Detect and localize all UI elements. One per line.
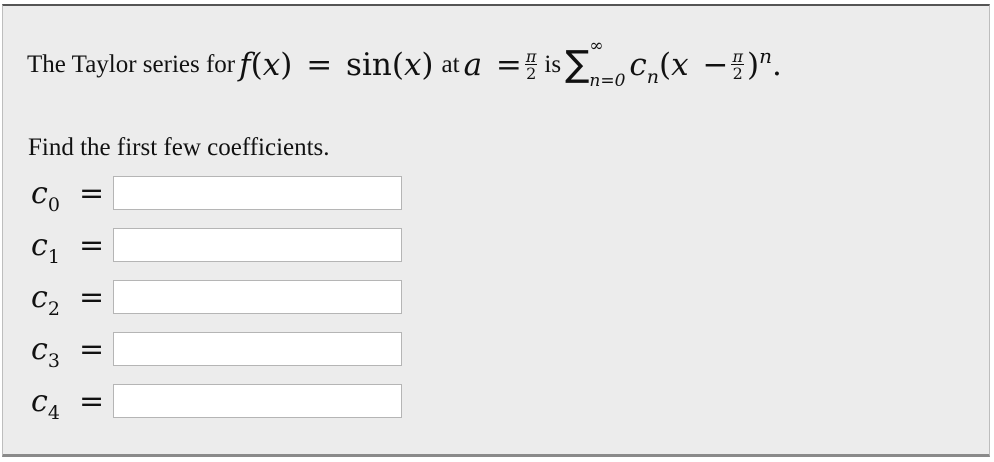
instruction-text: Find the first few coefficients. — [28, 134, 330, 161]
function-name: f — [239, 47, 251, 83]
coefficient-index: 0 — [47, 193, 60, 216]
close-paren: ) — [280, 47, 293, 83]
equals-sign: = — [306, 47, 333, 83]
coefficient-row-c1: c1 = — [31, 226, 402, 268]
answer-input-c4[interactable] — [113, 384, 402, 418]
sin-function: sin — [346, 47, 392, 83]
equals-sign: = — [79, 227, 105, 263]
is-text: is — [544, 51, 562, 78]
question-statement: The Taylor series for f(x) = sin(x) at a… — [27, 38, 782, 90]
series-term-end: )n. — [746, 44, 782, 83]
coefficient-index: 2 — [47, 297, 60, 320]
minus-sign: − — [702, 47, 729, 83]
coefficient-label: c2 — [31, 279, 60, 320]
exponent-n: n — [759, 44, 772, 68]
sigma-icon: ∑ — [565, 44, 590, 85]
close-paren: ) — [746, 47, 760, 83]
coefficient-index: 4 — [47, 401, 60, 424]
center-a: a — [463, 47, 483, 83]
coefficient-subscript-n: n — [646, 66, 660, 88]
variable-x: x — [403, 47, 422, 83]
equals-sign: = — [495, 47, 522, 83]
center-expression: a = — [464, 47, 522, 83]
open-paren: ( — [250, 47, 263, 83]
at-text: at — [441, 51, 460, 78]
coefficient-row-c0: c0 = — [31, 174, 402, 216]
equals-sign: = — [79, 175, 105, 211]
open-paren: ( — [659, 47, 672, 83]
coefficient-row-c2: c2 = — [31, 278, 402, 320]
pi-over-two-fraction: π 2 — [524, 47, 538, 83]
fraction-denominator: 2 — [732, 64, 743, 83]
coefficient-row-c4: c4 = — [31, 382, 402, 424]
answer-input-c3[interactable] — [113, 332, 402, 366]
lead-text: The Taylor series for — [27, 51, 236, 78]
equals-sign: = — [79, 279, 105, 315]
answer-input-c1[interactable] — [113, 228, 402, 262]
equals-sign: = — [79, 331, 105, 367]
answer-input-c2[interactable] — [113, 280, 402, 314]
coefficient-label: c1 — [31, 227, 60, 268]
variable-x: x — [671, 47, 689, 83]
period: . — [771, 47, 782, 83]
question-panel: The Taylor series for f(x) = sin(x) at a… — [2, 4, 990, 457]
answer-input-c0[interactable] — [113, 176, 402, 210]
summation-limits: ∞ n=0 — [589, 38, 625, 90]
upper-limit: ∞ — [589, 36, 604, 56]
series-term: cn(x − — [629, 47, 729, 88]
close-paren: ) — [421, 47, 434, 83]
pi-over-two-fraction: π 2 — [731, 47, 744, 83]
coefficient-label: c0 — [31, 175, 60, 216]
lower-limit: n=0 — [589, 71, 626, 91]
coefficient-c: c — [629, 47, 647, 83]
summation: ∑ ∞ n=0 — [565, 38, 625, 90]
coefficient-label: c3 — [31, 331, 60, 372]
function-expression: f(x) = sin(x) — [239, 47, 433, 83]
equals-sign: = — [79, 383, 105, 419]
coefficient-label: c4 — [31, 383, 60, 424]
coefficient-index: 3 — [47, 349, 60, 372]
variable-x: x — [262, 47, 281, 83]
fraction-denominator: 2 — [526, 64, 537, 83]
coefficient-row-c3: c3 = — [31, 330, 402, 372]
fraction-numerator: π — [524, 47, 538, 66]
coefficient-index: 1 — [47, 245, 60, 268]
fraction-numerator: π — [731, 47, 744, 66]
open-paren: ( — [391, 47, 404, 83]
